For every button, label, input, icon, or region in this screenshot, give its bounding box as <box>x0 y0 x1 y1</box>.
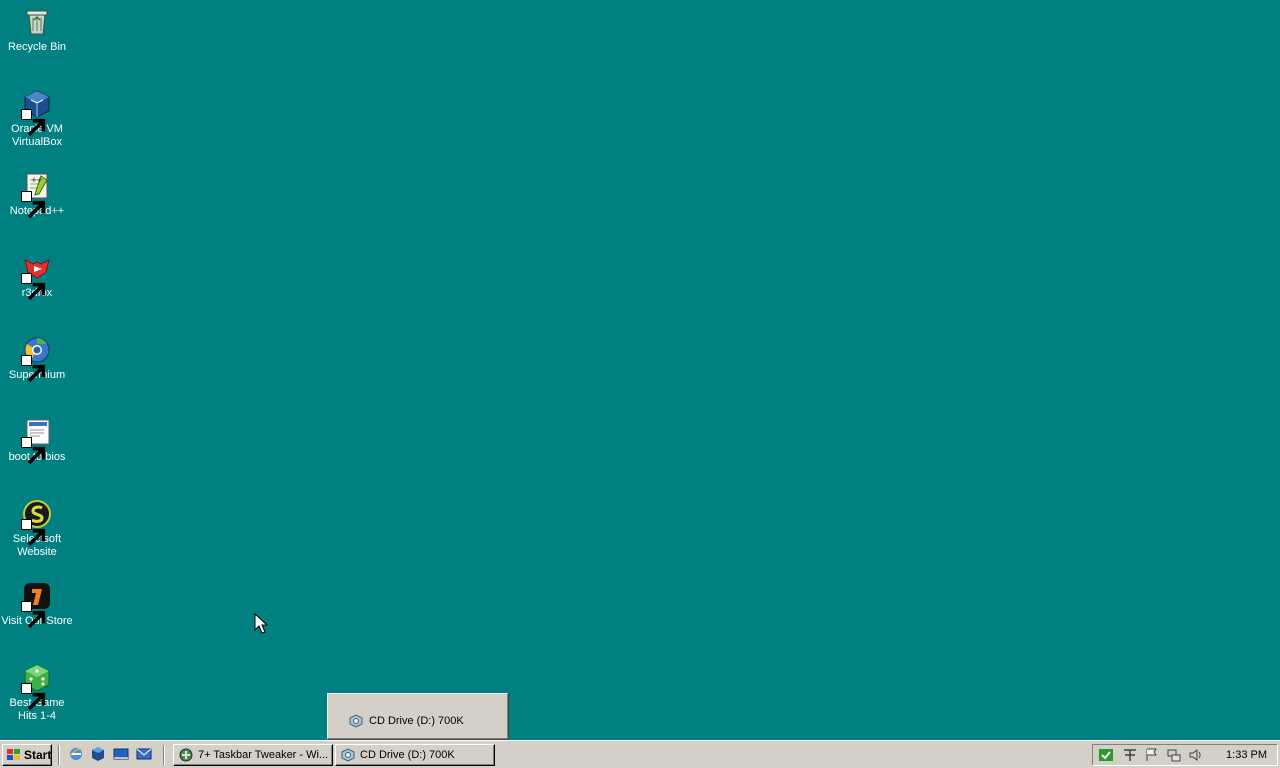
shortcut-arrow-icon <box>21 519 46 547</box>
show-desktop-icon <box>113 746 129 765</box>
notepad-plus-plus-icon: ++ <box>21 170 53 219</box>
virtualbox-icon <box>21 88 53 137</box>
task-label: CD Drive (D:) 700K <box>360 749 455 761</box>
quick-launch-internet-explorer[interactable] <box>67 747 85 763</box>
outlook-express-icon <box>136 746 152 765</box>
tweaker-icon <box>178 747 194 763</box>
boot-to-bios-icon <box>21 416 53 465</box>
quick-launch-show-desktop[interactable] <box>112 747 130 763</box>
game-icon <box>21 662 53 711</box>
taskbar-separator <box>163 745 165 765</box>
start-label: Start <box>24 748 52 762</box>
shortcut-arrow-icon <box>21 683 46 711</box>
tray-input-method-icon[interactable] <box>1121 747 1139 763</box>
r3dfox-icon <box>21 252 53 301</box>
store-icon <box>21 580 53 629</box>
desktop-icon-recycle-bin[interactable]: Recycle Bin <box>0 6 74 54</box>
shortcut-arrow-icon <box>21 355 46 383</box>
tray-clock[interactable]: 1:33 PM <box>1226 749 1267 761</box>
cd-drive-icon <box>348 713 364 729</box>
taskbar-preview-popup[interactable]: CD Drive (D:) 700K <box>327 693 508 739</box>
supermium-icon <box>21 334 53 383</box>
tray-network-icon[interactable] <box>1165 747 1183 763</box>
desktop-icon-label: Recycle Bin <box>7 41 67 53</box>
desktop-icon-supermium[interactable]: Supermium <box>0 334 74 383</box>
selectsoft-icon <box>21 498 53 547</box>
cd-drive-icon <box>340 747 356 763</box>
desktop-icon-boot-to-bios[interactable]: boot to bios <box>0 416 74 465</box>
desktop-icon-notepad-plus-plus[interactable]: ++ Notepad++ <box>0 170 74 219</box>
tray-volume-icon[interactable] <box>1187 747 1205 763</box>
taskbar-button-7-taskbar-tweaker[interactable]: 7+ Taskbar Tweaker - Wi... <box>173 744 333 766</box>
internet-explorer-icon <box>68 746 84 765</box>
desktop-icon-r3dfox[interactable]: r3dfox <box>0 252 74 301</box>
recycle-bin-icon <box>21 6 53 38</box>
windows-logo-icon <box>6 748 22 762</box>
quick-launch-virtualbox[interactable] <box>89 746 107 765</box>
preview-label: CD Drive (D:) 700K <box>369 715 464 727</box>
desktop-icon-selectsoft[interactable]: Selectsoft Website <box>0 498 74 559</box>
quick-launch-outlook-express[interactable] <box>135 747 153 763</box>
svg-text:++: ++ <box>31 176 43 184</box>
taskbar-button-cd-drive[interactable]: CD Drive (D:) 700K <box>335 744 495 766</box>
task-label: 7+ Taskbar Tweaker - Wi... <box>198 749 329 761</box>
shortcut-arrow-icon <box>21 437 46 465</box>
preview-item[interactable]: CD Drive (D:) 700K <box>348 713 464 729</box>
desktop-icon-virtualbox[interactable]: Oracle VM VirtualBox <box>0 88 74 149</box>
shortcut-arrow-icon <box>21 191 46 219</box>
virtualbox-icon <box>90 746 106 765</box>
desktop-icon-store[interactable]: Visit Our Store <box>0 580 74 629</box>
tray-check-icon[interactable] <box>1097 747 1115 763</box>
system-tray: 1:33 PM <box>1092 744 1278 766</box>
start-button[interactable]: Start <box>2 744 52 766</box>
shortcut-arrow-icon <box>21 273 46 301</box>
desktop-icon-best-game-hits[interactable]: Best Game Hits 1-4 <box>0 662 74 723</box>
taskbar-separator <box>58 745 60 765</box>
shortcut-arrow-icon <box>21 109 46 137</box>
shortcut-arrow-icon <box>21 601 46 629</box>
mouse-cursor-icon <box>254 612 269 635</box>
taskbar: Start 7+ Taskbar Tweaker - Wi... CD Driv… <box>0 740 1280 768</box>
tray-flag-icon[interactable] <box>1143 747 1161 763</box>
